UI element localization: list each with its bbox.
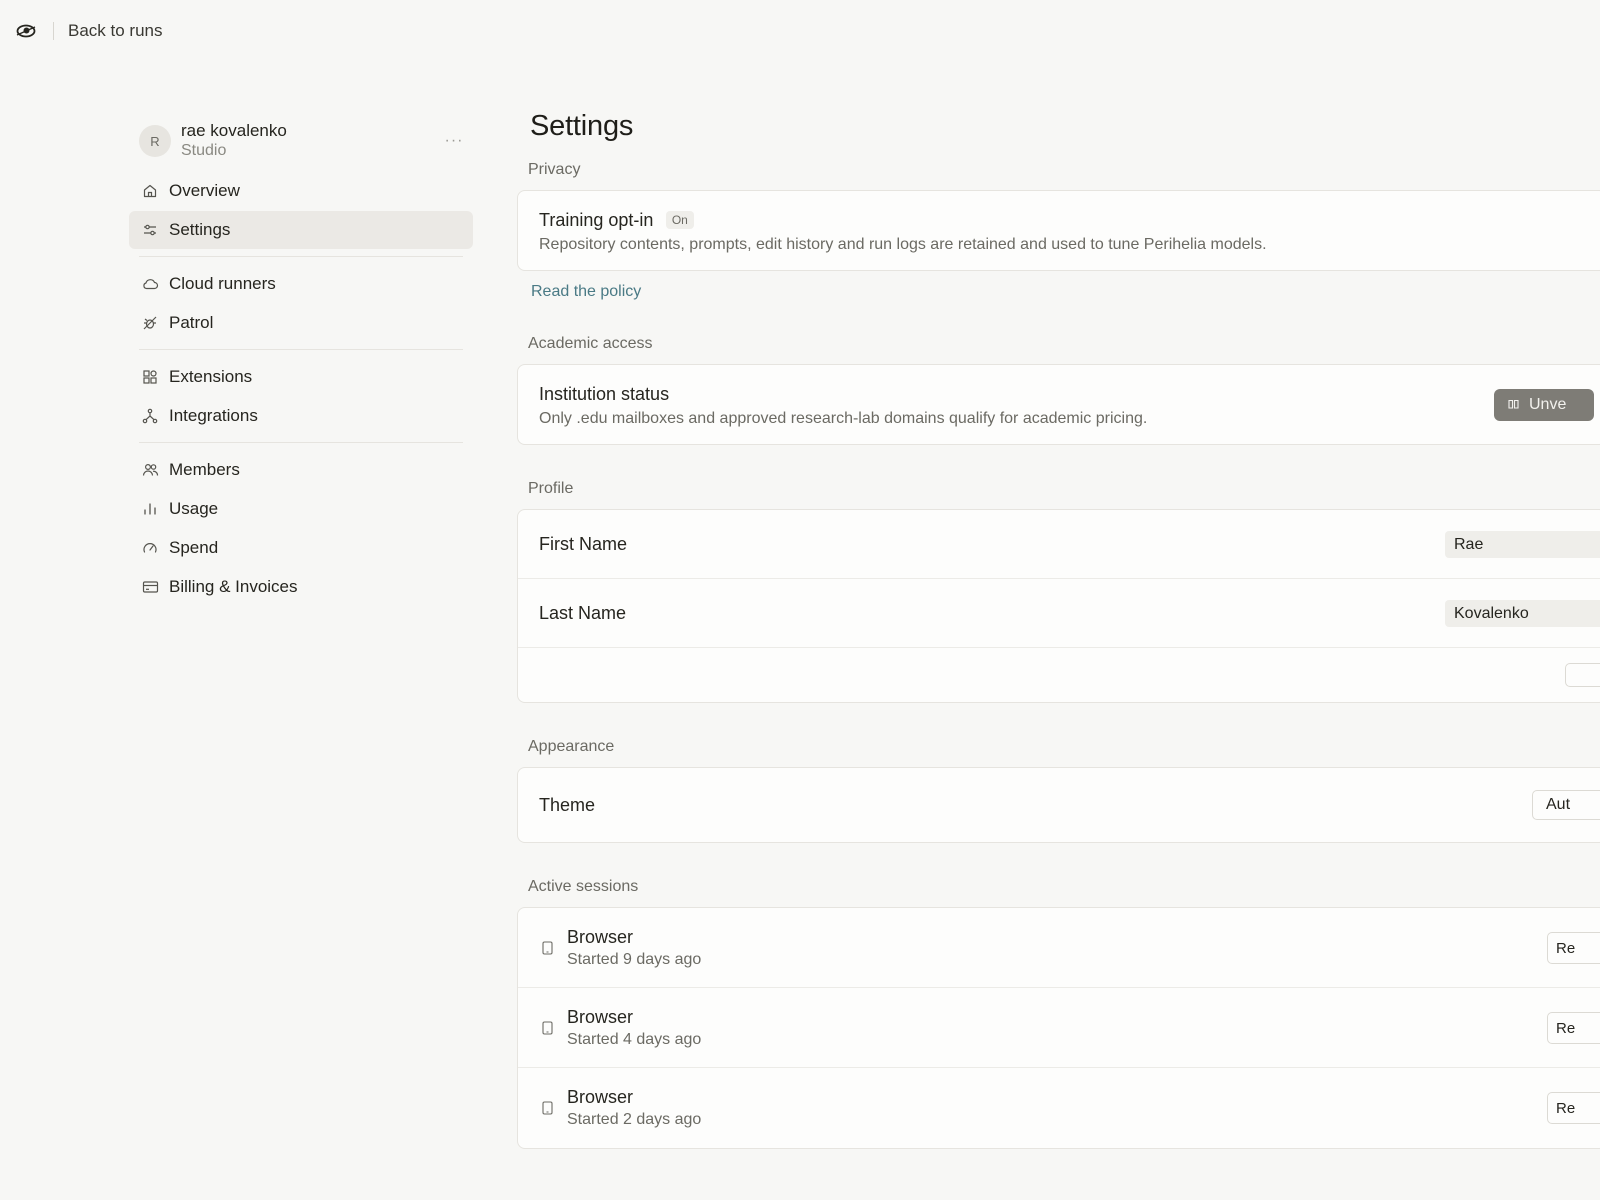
sidebar: R rae kovalenko Studio ··· Overview Sett… <box>129 118 473 607</box>
appearance-card: Theme Aut <box>517 767 1600 843</box>
sidebar-divider <box>139 256 463 257</box>
verify-status-button[interactable]: Unve <box>1494 389 1594 421</box>
sidebar-item-label: Settings <box>169 220 231 239</box>
sidebar-item-label: Spend <box>169 538 219 557</box>
avatar: R <box>139 125 171 157</box>
sidebar-item-label: Members <box>169 460 240 479</box>
sidebar-item-usage[interactable]: Usage <box>129 490 473 528</box>
session-started: Started 4 days ago <box>567 1030 702 1048</box>
sidebar-item-label: Cloud runners <box>169 274 276 293</box>
privacy-card: Training opt-in On Repository contents, … <box>517 190 1600 271</box>
institution-status-title: Institution status <box>539 384 670 404</box>
sessions-section-title: Active sessions <box>528 878 639 895</box>
training-opt-in-title: Training opt-in <box>539 210 654 230</box>
sidebar-item-integrations[interactable]: Integrations <box>129 397 473 435</box>
privacy-section-title: Privacy <box>528 161 581 178</box>
training-opt-in-description: Repository contents, prompts, edit histo… <box>539 236 1267 253</box>
topbar-divider <box>53 22 54 40</box>
members-icon <box>141 461 159 479</box>
sidebar-item-label: Usage <box>169 499 219 518</box>
session-row: Browser Started 2 days ago Re <box>518 1068 1600 1148</box>
device-icon <box>539 1099 555 1117</box>
sidebar-divider <box>139 349 463 350</box>
read-policy-link[interactable]: Read the policy <box>531 283 641 301</box>
appearance-section-title: Appearance <box>528 738 615 755</box>
device-icon <box>539 1019 555 1037</box>
sidebar-item-label: Integrations <box>169 406 258 425</box>
home-icon <box>141 182 159 200</box>
session-name: Browser <box>567 926 634 947</box>
last-name-label: Last Name <box>539 602 627 623</box>
revoke-session-button[interactable]: Re <box>1547 932 1600 964</box>
session-started: Started 2 days ago <box>567 1111 702 1128</box>
sidebar-item-label: Patrol <box>169 313 214 332</box>
last-name-row: Last Name <box>518 579 1600 648</box>
theme-select[interactable]: Aut <box>1532 790 1600 820</box>
bar-chart-icon <box>141 500 159 518</box>
profile-section-title: Profile <box>528 480 574 497</box>
institution-status-description: Only .edu mailboxes and approved researc… <box>539 410 1148 427</box>
profile-text: rae kovalenko Studio <box>181 121 439 161</box>
sidebar-item-spend[interactable]: Spend <box>129 529 473 567</box>
last-name-input[interactable] <box>1445 600 1600 627</box>
back-to-runs-link[interactable]: Back to runs <box>68 21 163 41</box>
more-options-icon[interactable]: ··· <box>439 132 469 150</box>
session-started: Started 9 days ago <box>567 950 702 968</box>
settings-main: Settings Privacy Training opt-in On Repo… <box>517 110 1600 1149</box>
sidebar-item-settings[interactable]: Settings <box>129 211 473 249</box>
sidebar-item-billing[interactable]: Billing & Invoices <box>129 568 473 606</box>
book-icon <box>1508 399 1519 412</box>
theme-label: Theme <box>539 794 596 815</box>
sidebar-item-label: Overview <box>169 181 240 200</box>
top-bar: Back to runs <box>16 19 163 43</box>
save-button[interactable] <box>1565 663 1600 687</box>
theme-row: Theme Aut <box>518 768 1600 842</box>
academic-section-title: Academic access <box>528 335 653 352</box>
session-name: Browser <box>567 1006 634 1027</box>
profile-org: Studio <box>181 142 227 159</box>
sidebar-item-cloud-runners[interactable]: Cloud runners <box>129 265 473 303</box>
sidebar-item-extensions[interactable]: Extensions <box>129 358 473 396</box>
profile-name: rae kovalenko <box>181 121 287 140</box>
academic-card: Institution status Only .edu mailboxes a… <box>517 364 1600 445</box>
first-name-input[interactable] <box>1445 531 1600 558</box>
sidebar-item-label: Billing & Invoices <box>169 577 298 596</box>
page-title: Settings <box>530 110 634 142</box>
eye-logo-icon[interactable] <box>16 21 36 41</box>
sessions-card: Browser Started 9 days ago Re Browser St… <box>517 907 1600 1149</box>
extensions-grid-icon <box>141 368 159 386</box>
first-name-row: First Name <box>518 510 1600 579</box>
sidebar-divider <box>139 442 463 443</box>
session-row: Browser Started 9 days ago Re <box>518 908 1600 988</box>
patrol-bug-icon <box>141 314 159 332</box>
status-badge: On <box>665 211 694 229</box>
integrations-icon <box>141 407 159 425</box>
revoke-session-button[interactable]: Re <box>1547 1012 1600 1044</box>
profile-card[interactable]: R rae kovalenko Studio ··· <box>129 118 473 164</box>
credit-card-icon <box>141 578 159 596</box>
profile-card-section: First Name Last Name <box>517 509 1600 703</box>
sidebar-item-members[interactable]: Members <box>129 451 473 489</box>
device-icon <box>539 939 555 957</box>
sidebar-item-overview[interactable]: Overview <box>129 172 473 210</box>
gauge-icon <box>141 539 159 557</box>
sliders-icon <box>141 221 159 239</box>
sidebar-item-patrol[interactable]: Patrol <box>129 304 473 342</box>
profile-actions-row <box>518 648 1600 702</box>
cloud-icon <box>141 275 159 293</box>
sidebar-item-label: Extensions <box>169 367 253 386</box>
session-name: Browser <box>567 1087 634 1107</box>
revoke-session-button[interactable]: Re <box>1547 1092 1600 1124</box>
verify-status-label: Unve <box>1529 396 1567 413</box>
session-row: Browser Started 4 days ago Re <box>518 988 1600 1068</box>
first-name-label: First Name <box>539 533 628 554</box>
